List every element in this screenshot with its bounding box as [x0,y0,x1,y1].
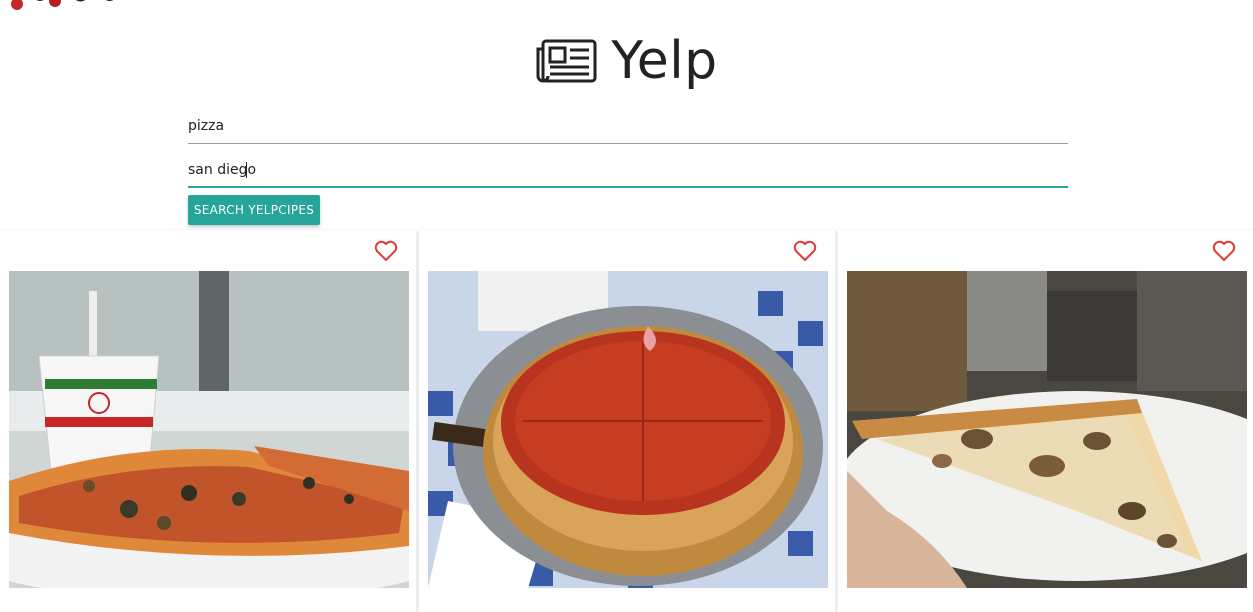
pizza-slices-with-bronx-cup-photo [9,271,409,588]
result-card[interactable] [838,230,1253,612]
result-card[interactable] [0,230,416,612]
mushroom-pizza-slice-photo [847,271,1247,588]
page-title: Yelp [611,31,718,91]
search-button[interactable]: Search Yelpcipes [188,195,320,225]
location-field[interactable] [188,152,1068,188]
input-underline [188,143,1068,144]
results-grid [0,230,1253,612]
page-header: Yelp [0,26,1253,96]
newspaper-icon [536,39,597,83]
input-underline-active [188,186,1068,188]
location-input[interactable] [188,152,1068,188]
search-term-input[interactable] [188,108,1068,144]
search-term-field[interactable] [188,108,1068,144]
result-card[interactable] [419,230,835,612]
app-logo [11,0,114,10]
text-caret [246,162,247,178]
heart-outline-icon[interactable] [374,240,398,262]
heart-outline-icon[interactable] [1212,240,1236,262]
deep-dish-pizza-photo [428,271,828,588]
heart-outline-icon[interactable] [793,240,817,262]
